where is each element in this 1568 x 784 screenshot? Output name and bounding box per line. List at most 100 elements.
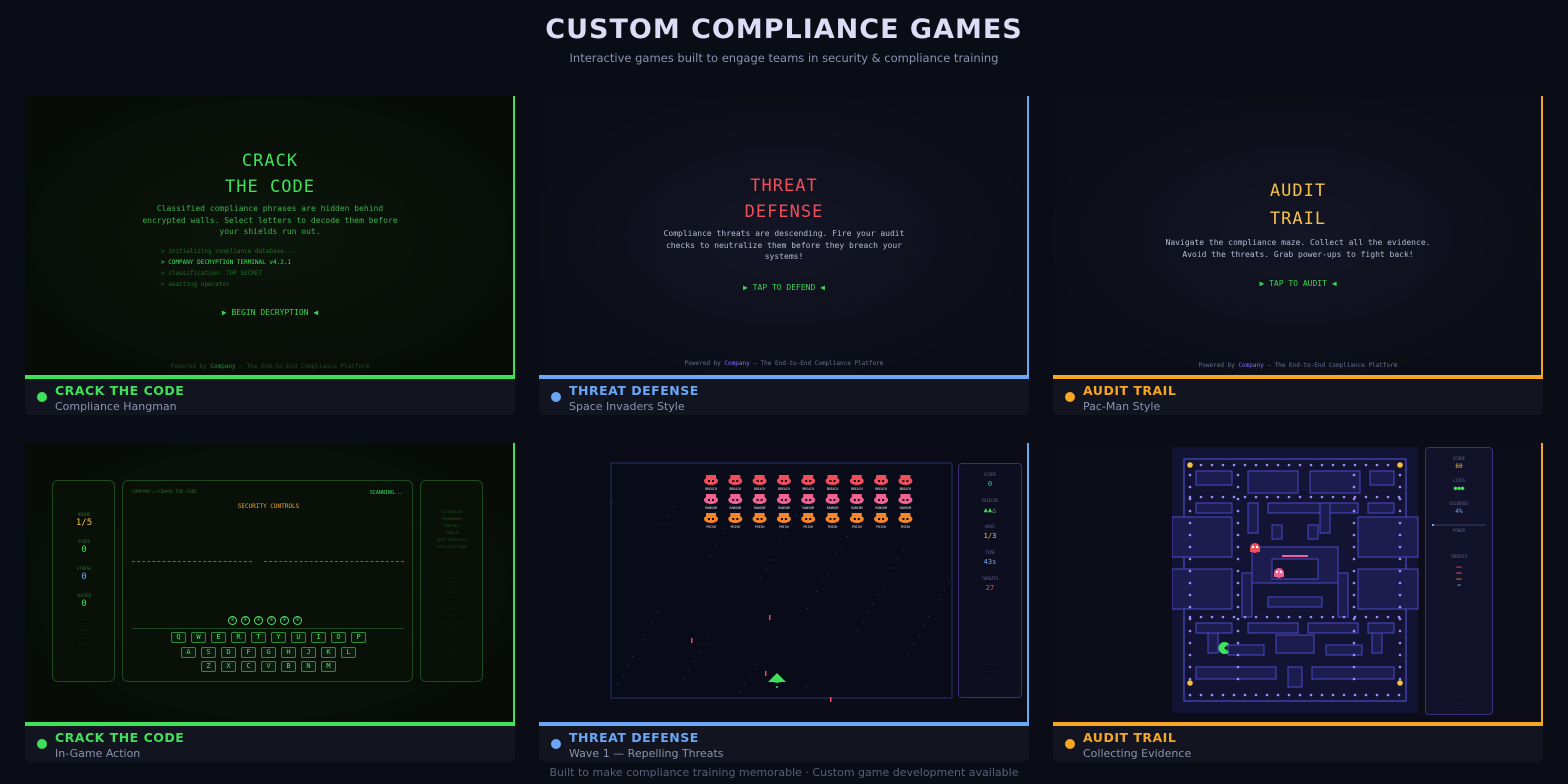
key-t[interactable]: T: [251, 632, 266, 643]
game-card-audit-trail-gameplay[interactable]: SCORE 60 LIVES ●●● EVIDENCE 4% POWER THREATS ▬▬…: [1053, 443, 1543, 763]
star: [683, 678, 685, 680]
star: [714, 546, 716, 548]
start-button[interactable]: ▶ TAP TO DEFEND ◀: [539, 283, 1027, 292]
evidence-dot: [1243, 615, 1247, 619]
key-l[interactable]: L: [341, 646, 356, 658]
key-q[interactable]: Q: [171, 632, 186, 643]
space-playfield[interactable]: BREACH BREACH BREACH BREACH BREACH BREACH BREA…: [539, 443, 1029, 723]
evidence-dot: [1254, 463, 1258, 467]
key-x[interactable]: X: [221, 661, 236, 672]
maze-playfield[interactable]: [1172, 447, 1422, 717]
key-h[interactable]: H: [281, 646, 296, 658]
key-d[interactable]: D: [221, 646, 236, 658]
key-c[interactable]: C: [241, 661, 256, 672]
key-f[interactable]: F: [241, 646, 256, 658]
key-a[interactable]: A: [181, 646, 196, 658]
evidence-dot: [1298, 615, 1302, 619]
star: [744, 682, 746, 684]
key-b[interactable]: B: [281, 661, 296, 672]
stat-value: ●●●: [1453, 485, 1465, 492]
threat-invader: BREACH: [704, 475, 718, 491]
key-z[interactable]: Z: [201, 661, 216, 672]
game-card-crack-the-code-intro[interactable]: CRACK THE CODE Classified compliance phr…: [25, 96, 515, 416]
key-g[interactable]: G: [261, 646, 276, 658]
evidence-dot: [1199, 495, 1203, 499]
key-s[interactable]: S: [201, 646, 216, 658]
projectile: [769, 615, 771, 620]
threat-invader: RANSOM: [801, 494, 816, 510]
stat-value: 60: [1455, 463, 1463, 470]
game-card-crack-the-code-gameplay[interactable]: ROUND 1/5 SCORE 0 STREAK 0 SOLVED 0 ····…: [25, 443, 515, 763]
evidence-dot: [1287, 495, 1291, 499]
shield-icon: ⛨: [280, 616, 289, 625]
game-screenshot[interactable]: AUDIT TRAIL Navigate the compliance maze…: [1053, 96, 1543, 376]
key-u[interactable]: U: [291, 632, 306, 643]
game-screenshot[interactable]: SCORE 60 LIVES ●●● EVIDENCE 4% POWER THREATS ▬▬…: [1053, 443, 1543, 723]
star: [806, 608, 808, 610]
evidence-dot: [1236, 497, 1240, 501]
key-j[interactable]: J: [301, 646, 316, 658]
stat-label: POWER: [1452, 528, 1466, 533]
game-title-line1: THREAT: [750, 176, 818, 196]
maze-wall: [1247, 470, 1299, 494]
invader-label: PHISH: [730, 525, 740, 529]
stat-label: SCORE: [983, 472, 997, 477]
evidence-dot: [1236, 557, 1240, 561]
game-description: Classified compliance phrases are hidden…: [156, 204, 384, 213]
key-y[interactable]: Y: [271, 632, 286, 643]
evidence-dot: [1353, 693, 1357, 697]
evidence-dot: [1364, 693, 1368, 697]
key-o[interactable]: O: [331, 632, 346, 643]
evidence-dot: [1398, 665, 1402, 669]
powered-prefix: Powered by: [684, 360, 721, 367]
game-screenshot[interactable]: CRACK THE CODE Classified compliance phr…: [25, 96, 515, 376]
game-card-threat-defense-intro[interactable]: THREAT DEFENSE Compliance threats are de…: [539, 96, 1029, 416]
evidence-dot: [1236, 545, 1240, 549]
key-i[interactable]: I: [311, 632, 326, 643]
star: [887, 576, 889, 578]
panel-decoration: ····· ····· ······: [1452, 695, 1466, 713]
evidence-dot: [1188, 641, 1192, 645]
key-v[interactable]: V: [261, 661, 276, 672]
maze-wall: [1267, 596, 1323, 608]
key-p[interactable]: P: [351, 632, 366, 643]
card-subtitle: Collecting Evidence: [1083, 747, 1192, 760]
star: [795, 514, 797, 516]
invader-label: PHISH: [852, 525, 862, 529]
stat-label: SOLVED: [76, 593, 92, 598]
game-card-audit-trail-intro[interactable]: AUDIT TRAIL Navigate the compliance maze…: [1053, 96, 1543, 416]
maze-wall: [1307, 622, 1359, 634]
evidence-dot: [1188, 569, 1192, 573]
evidence-dot: [1265, 693, 1269, 697]
evidence-dot: [1386, 615, 1390, 619]
evidence-dot: [1352, 605, 1356, 609]
powered-prefix: Powered by: [170, 363, 207, 370]
game-card-threat-defense-gameplay[interactable]: BREACH BREACH BREACH BREACH BREACH BREACH BREA…: [539, 443, 1029, 763]
log-line: > awaiting operator: [161, 281, 230, 288]
start-button[interactable]: ▶ BEGIN DECRYPTION ◀: [25, 308, 513, 317]
key-k[interactable]: K: [321, 646, 336, 658]
key-n[interactable]: N: [301, 661, 316, 672]
panel-decoration: ·······················: [443, 577, 461, 595]
game-screenshot[interactable]: THREAT DEFENSE Compliance threats are de…: [539, 96, 1029, 376]
key-m[interactable]: M: [321, 661, 336, 672]
star: [693, 660, 695, 662]
category-item: CERTIFICATIONS: [437, 545, 467, 549]
invader-label: RANSOM: [875, 506, 887, 510]
company-name: Company: [210, 363, 236, 370]
star: [800, 505, 802, 507]
power-pellet: [1187, 462, 1193, 468]
game-title-line1: CRACK: [241, 151, 299, 171]
stat-label: SCORE: [77, 539, 91, 544]
letter-keyboard[interactable]: QWERTYUIOP ASDFGHJKL ZXCVBNM: [123, 632, 414, 677]
start-button[interactable]: ▶ TAP TO AUDIT ◀: [1053, 279, 1541, 288]
key-e[interactable]: E: [211, 632, 226, 643]
key-r[interactable]: R: [231, 632, 246, 643]
game-screenshot[interactable]: BREACH BREACH BREACH BREACH BREACH BREACH BREA…: [539, 443, 1029, 723]
invader-label: BREACH: [778, 487, 790, 491]
star: [902, 549, 904, 551]
star: [841, 545, 843, 547]
game-screenshot[interactable]: ROUND 1/5 SCORE 0 STREAK 0 SOLVED 0 ····…: [25, 443, 515, 723]
key-w[interactable]: W: [191, 632, 206, 643]
stat-value: 0: [987, 480, 993, 488]
